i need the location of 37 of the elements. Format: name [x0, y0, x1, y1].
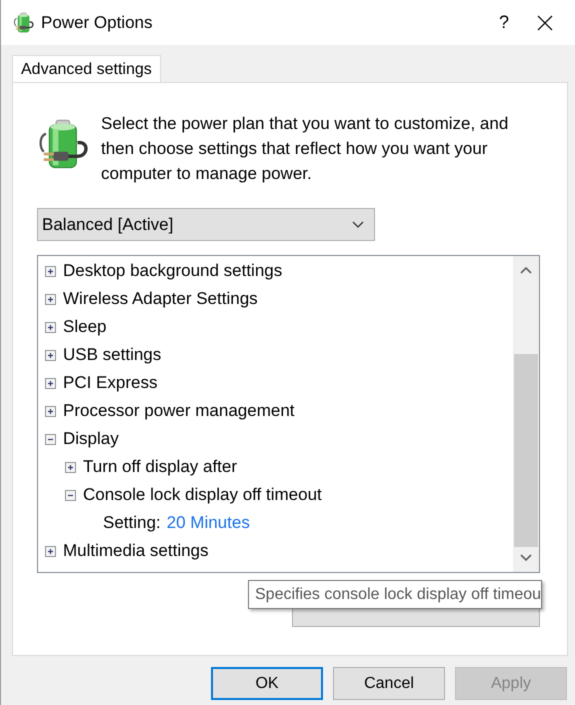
tree-item[interactable]: Display — [63, 429, 119, 449]
expand-icon[interactable] — [45, 322, 56, 332]
window-title: Power Options — [41, 12, 154, 32]
expand-icon[interactable] — [45, 294, 56, 304]
tree-item[interactable]: Console lock display off timeout — [83, 485, 322, 505]
tree-item[interactable]: Processor power management — [63, 401, 295, 421]
tab[interactable]: Advanced settings — [12, 55, 161, 83]
expand-icon[interactable] — [45, 266, 56, 276]
dialog-button[interactable]: OK — [211, 667, 323, 700]
dialog-button[interactable]: Cancel — [333, 667, 445, 700]
plan-dropdown[interactable]: Balanced [Active] — [37, 208, 375, 241]
tree-item[interactable]: Wireless Adapter Settings — [63, 289, 258, 309]
scroll-up-icon[interactable] — [520, 266, 532, 274]
expand-icon[interactable] — [45, 406, 56, 416]
battery-plug-icon — [13, 12, 35, 34]
expand-icon[interactable] — [45, 546, 56, 556]
expand-icon[interactable] — [65, 462, 76, 472]
expand-icon[interactable] — [45, 378, 56, 388]
tree-item[interactable]: Desktop background settings — [63, 261, 282, 281]
help-button[interactable]: ? — [481, 12, 527, 33]
setting-value-link[interactable]: 20 Minutes — [166, 513, 250, 533]
scroll-thumb[interactable] — [514, 354, 538, 547]
tree-item[interactable]: Turn off display after — [83, 457, 238, 477]
tooltip: Specifies console lock display off timeou — [248, 580, 542, 609]
collapse-icon[interactable] — [65, 490, 76, 500]
chevron-down-icon — [352, 221, 364, 228]
close-icon[interactable] — [537, 14, 553, 30]
tree-item[interactable]: USB settings — [63, 345, 162, 365]
scrollbar[interactable] — [513, 256, 539, 572]
expand-icon[interactable] — [45, 350, 56, 360]
scroll-down-icon[interactable] — [520, 554, 532, 562]
tree-item[interactable]: Multimedia settings — [63, 541, 209, 561]
tree-item[interactable]: PCI Express — [63, 373, 158, 393]
collapse-icon[interactable] — [45, 434, 56, 444]
tree-item[interactable]: Sleep — [63, 317, 106, 337]
description-text: Select the power plan that you want to customize, and then choose settings that reflect how you want your computer to manage power. — [101, 113, 510, 185]
setting-label: Setting: — [103, 513, 161, 533]
